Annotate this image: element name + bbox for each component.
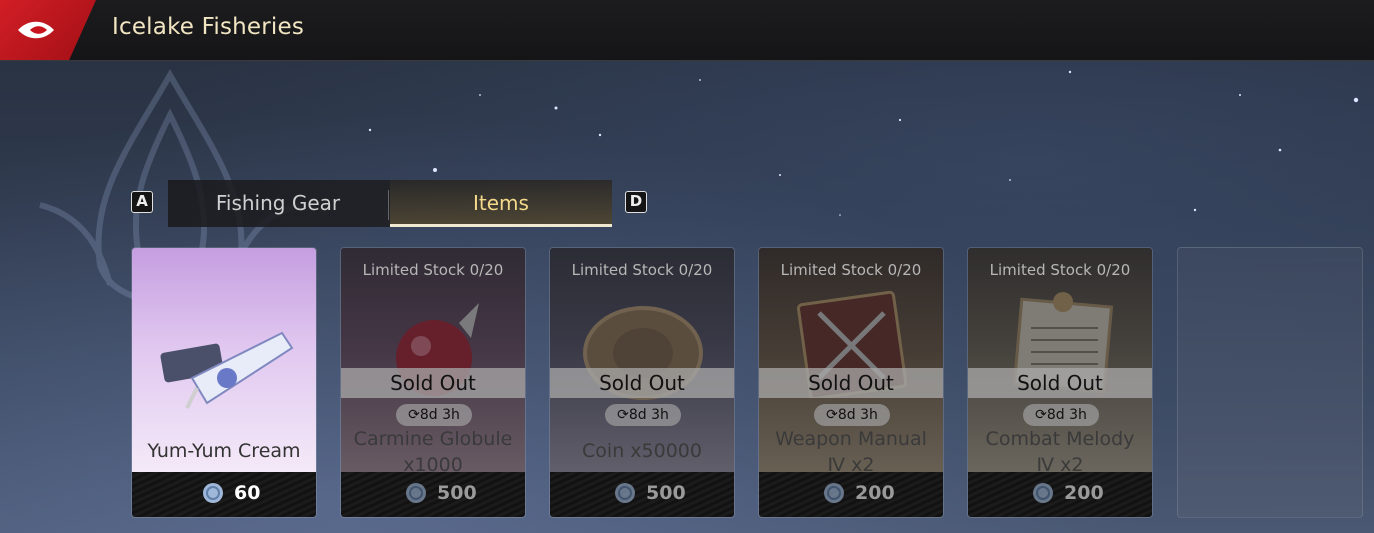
shop-item-card[interactable]: Limited Stock 0/20 Sold Out ⟳8d 3h Carmi… <box>340 247 526 518</box>
item-name-line1: Carmine Globule <box>353 428 513 450</box>
item-name: Coin x50000 <box>582 440 702 462</box>
restock-timer: ⟳8d 3h <box>814 404 890 426</box>
next-tab-key[interactable]: D <box>625 191 647 213</box>
shell-coin-icon <box>203 483 223 503</box>
price-bar: 500 <box>341 472 525 517</box>
stock-limit: Limited Stock 0/20 <box>571 261 713 279</box>
item-name-line1: Combat Melody <box>985 428 1135 450</box>
tab-bar: Fishing Gear Items <box>168 180 612 227</box>
restock-time: 8d 3h <box>628 407 669 423</box>
tab-items[interactable]: Items <box>390 180 612 227</box>
restock-time: 8d 3h <box>419 407 460 423</box>
item-price: 500 <box>437 482 477 504</box>
item-price: 60 <box>234 482 261 504</box>
tab-fishing-gear[interactable]: Fishing Gear <box>168 180 388 227</box>
restock-time: 8d 3h <box>1046 407 1087 423</box>
restock-timer: ⟳8d 3h <box>605 404 681 426</box>
back-button[interactable] <box>0 0 96 60</box>
price-bar: 60 <box>132 472 316 517</box>
price-bar: 200 <box>759 472 943 517</box>
shop-item-card[interactable]: Limited Stock 0/20 Sold Out ⟳8d 3h Weapo… <box>758 247 944 518</box>
sold-out-label: Sold Out <box>759 368 943 398</box>
price-bar: 200 <box>968 472 1152 517</box>
shell-coin-icon <box>615 483 635 503</box>
cream-tube-icon <box>160 331 294 409</box>
shell-coin-icon <box>1033 483 1053 503</box>
item-price: 500 <box>646 482 686 504</box>
shop-item-card-empty <box>1177 247 1363 518</box>
item-name-line1: Weapon Manual <box>775 428 927 450</box>
stock-limit: Limited Stock 0/20 <box>362 261 504 279</box>
shop-item-card[interactable]: Limited Stock 0/20 Sold Out ⟳8d 3h Coin … <box>549 247 735 518</box>
item-name: Yum-Yum Cream <box>147 440 301 462</box>
sold-out-label: Sold Out <box>341 368 525 398</box>
back-arrow-icon <box>18 21 54 39</box>
shop-item-card[interactable]: Yum-Yum Cream 60 <box>131 247 317 518</box>
shell-coin-icon <box>824 483 844 503</box>
price-bar: 500 <box>550 472 734 517</box>
prev-tab-key[interactable]: A <box>131 191 153 213</box>
tab-divider <box>388 190 389 220</box>
restock-timer: ⟳8d 3h <box>396 404 472 426</box>
top-bar: Icelake Fisheries <box>0 0 1374 61</box>
item-name: Carmine Globule x1000 <box>341 426 525 478</box>
page-title: Icelake Fisheries <box>112 14 305 40</box>
item-price: 200 <box>855 482 895 504</box>
item-price: 200 <box>1064 482 1104 504</box>
sold-out-label: Sold Out <box>968 368 1152 398</box>
restock-timer: ⟳8d 3h <box>1023 404 1099 426</box>
shell-coin-icon <box>406 483 426 503</box>
shop-item-card[interactable]: Limited Stock 0/20 Sold Out ⟳8d 3h Comba… <box>967 247 1153 518</box>
stock-limit: Limited Stock 0/20 <box>989 261 1131 279</box>
item-name: Combat Melody Ⅳ x2 <box>968 426 1152 478</box>
item-name: Weapon Manual Ⅳ x2 <box>759 426 943 478</box>
restock-time: 8d 3h <box>837 407 878 423</box>
stock-limit: Limited Stock 0/20 <box>780 261 922 279</box>
sold-out-label: Sold Out <box>550 368 734 398</box>
